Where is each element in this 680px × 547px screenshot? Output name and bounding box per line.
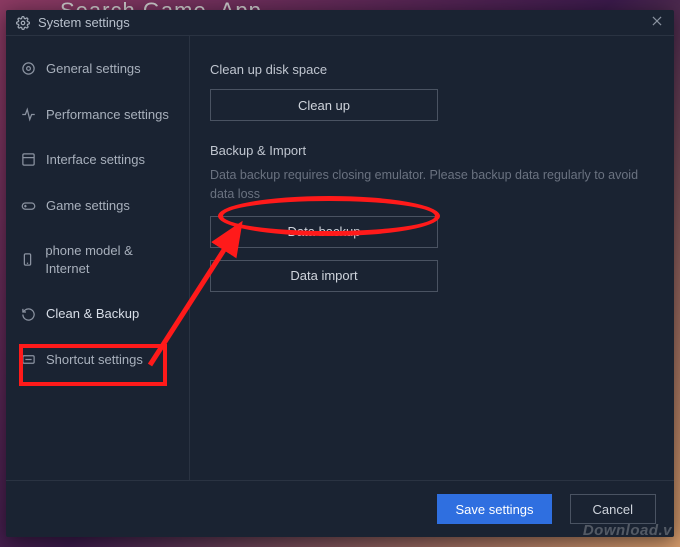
sidebar-item-label: Interface settings <box>46 151 145 169</box>
sidebar-item-label: phone model & Internet <box>45 242 175 277</box>
main-panel: Clean up disk space Clean up Backup & Im… <box>190 36 674 480</box>
gear-icon <box>16 16 30 30</box>
data-backup-button[interactable]: Data backup <box>210 216 438 248</box>
sidebar-item-shortcut[interactable]: Shortcut settings <box>6 337 189 383</box>
dialog-footer: Save settings Cancel <box>6 481 674 537</box>
pulse-icon <box>20 107 36 122</box>
sidebar-item-label: Shortcut settings <box>46 351 143 369</box>
section-title-backup: Backup & Import <box>210 143 650 158</box>
section-title-cleanup: Clean up disk space <box>210 62 650 77</box>
cancel-button[interactable]: Cancel <box>570 494 656 524</box>
sidebar-item-label: General settings <box>46 60 141 78</box>
sidebar-item-clean-backup[interactable]: Clean & Backup <box>6 291 189 337</box>
sidebar: General settings Performance settings In… <box>6 36 190 480</box>
settings-dialog: System settings General settings Perform… <box>6 10 674 537</box>
close-icon[interactable] <box>650 14 664 31</box>
sidebar-item-performance[interactable]: Performance settings <box>6 92 189 138</box>
sidebar-item-label: Performance settings <box>46 106 169 124</box>
dialog-body: General settings Performance settings In… <box>6 36 674 481</box>
backup-description: Data backup requires closing emulator. P… <box>210 166 640 204</box>
sidebar-item-general[interactable]: General settings <box>6 46 189 92</box>
keyboard-icon <box>20 352 36 367</box>
gamepad-icon <box>20 198 36 213</box>
sidebar-item-game[interactable]: Game settings <box>6 183 189 229</box>
sidebar-item-label: Game settings <box>46 197 130 215</box>
sidebar-item-phone[interactable]: phone model & Internet <box>6 228 189 291</box>
dialog-title: System settings <box>38 15 130 30</box>
phone-icon <box>20 252 35 267</box>
layout-icon <box>20 152 36 167</box>
gear-icon <box>20 61 36 76</box>
sidebar-item-interface[interactable]: Interface settings <box>6 137 189 183</box>
watermark: Download.v <box>583 522 672 539</box>
refresh-icon <box>20 307 36 322</box>
cleanup-button[interactable]: Clean up <box>210 89 438 121</box>
sidebar-item-label: Clean & Backup <box>46 305 139 323</box>
save-settings-button[interactable]: Save settings <box>437 494 551 524</box>
titlebar: System settings <box>6 10 674 36</box>
data-import-button[interactable]: Data import <box>210 260 438 292</box>
